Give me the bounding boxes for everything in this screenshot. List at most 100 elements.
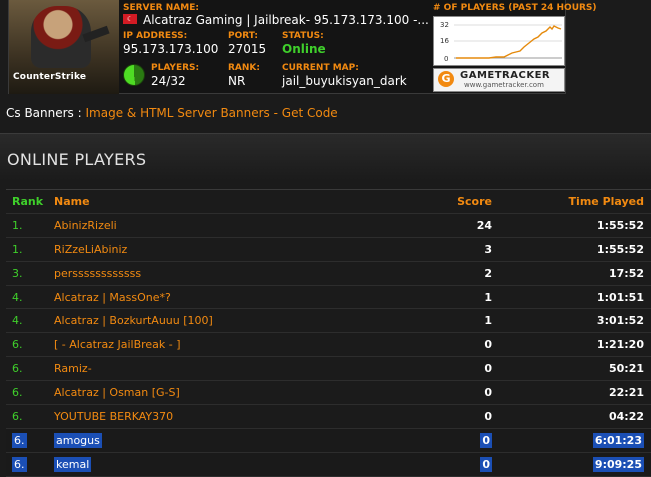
score-column-header[interactable]: Score [372, 190, 504, 214]
player-name-cell[interactable]: YOUTUBE BERKAY370 [54, 404, 372, 429]
score-cell: 3 [372, 237, 504, 262]
graph-tick-32: 32 [440, 21, 449, 29]
rank-cell-text: 6. [12, 409, 23, 423]
gametracker-url: www.gametracker.com [464, 81, 544, 89]
rank-cell: 6. [6, 452, 54, 477]
time-played-cell: 17:52 [504, 261, 651, 286]
player-name-cell-text: RiZzeLiAbiniz [54, 242, 128, 256]
rank-cell: 6. [6, 428, 54, 453]
server-name-label: SERVER NAME: [123, 3, 199, 13]
table-row[interactable]: 3. perssssssssssss 2 17:52 [6, 261, 651, 286]
player-name-cell-text: AbinizRizeli [54, 218, 117, 232]
table-row[interactable]: 6. YOUTUBE BERKAY370 0 04:22 [6, 404, 651, 429]
time-played-cell-text: 1:21:20 [596, 338, 644, 352]
table-header-row: Rank Name Score Time Played [6, 190, 651, 214]
rank-column-header[interactable]: Rank [6, 190, 54, 214]
player-name-cell-text: amogus [54, 432, 102, 448]
time-played-cell: 50:21 [504, 356, 651, 382]
player-name-cell[interactable]: kemal [54, 452, 372, 477]
table-row[interactable]: 4. Alcatraz | MassOne*? 1 1:01:51 [6, 285, 651, 310]
player-name-cell[interactable]: amogus [54, 428, 372, 453]
name-column-header[interactable]: Name [54, 190, 372, 214]
score-cell: 0 [372, 404, 504, 429]
score-cell: 1 [372, 285, 504, 310]
rank-cell: 4. [6, 285, 54, 310]
server-banner[interactable]: CounterStrike SERVER NAME: ☾ Alcatraz Ga… [8, 0, 597, 94]
rank-cell-text: 6. [12, 456, 27, 472]
ip-value: 95.173.173.100 [123, 42, 219, 56]
logo-text: CounterStrike [13, 72, 87, 82]
time-played-cell-text: 6:01:23 [592, 432, 644, 448]
gametracker-logo[interactable]: G GAMETRACKER www.gametracker.com [433, 68, 565, 92]
table-row[interactable]: 6. Alcatraz | Osman [G-S] 0 22:21 [6, 380, 651, 406]
time-played-cell: 9:09:25 [504, 452, 651, 477]
players-value: 24/32 [151, 74, 186, 88]
score-cell: 0 [372, 452, 504, 477]
rank-cell-text: 6. [12, 386, 23, 400]
player-name-cell-text: perssssssssssss [54, 266, 142, 280]
port-value: 27015 [228, 42, 267, 56]
rank-cell: 6. [6, 380, 54, 406]
player-name-cell-text: Alcatraz | MassOne*? [54, 290, 171, 304]
table-row[interactable]: 4. Alcatraz | BozkurtAuuu [100] 1 3:01:52 [6, 308, 651, 334]
score-cell-text: 0 [484, 362, 492, 376]
time-column-header[interactable]: Time Played [504, 190, 651, 214]
player-name-cell[interactable]: Alcatraz | MassOne*? [54, 285, 372, 310]
score-cell-text: 0 [484, 409, 492, 423]
graph-tick-16: 16 [440, 37, 449, 45]
player-name-cell[interactable]: perssssssssssss [54, 261, 372, 286]
players-table-wrap: Rank Name Score Time Played 1. AbinizRize… [6, 189, 651, 477]
server-name: Alcatraz Gaming | Jailbreak- 95.173.173.… [143, 13, 429, 27]
players-history-line [456, 25, 562, 59]
ip-label: IP ADDRESS: [123, 31, 188, 41]
score-cell-text: 1 [484, 290, 492, 304]
player-name-cell-text: Alcatraz | Osman [G-S] [54, 386, 180, 400]
rank-cell-text: 1. [12, 242, 23, 256]
cs-banners-label: Cs Banners : [6, 106, 82, 120]
score-cell-text: 0 [484, 338, 492, 352]
rank-cell: 1. [6, 213, 54, 238]
time-played-cell: 1:21:20 [504, 332, 651, 358]
table-row[interactable]: 6. Ramiz- 0 50:21 [6, 356, 651, 382]
table-row[interactable]: 6. [ - Alcatraz JailBreak - ] 0 1:21:20 [6, 332, 651, 358]
graph-title: # OF PLAYERS (past 24 hours) [433, 3, 597, 13]
players-history-graph: 32 16 0 [433, 16, 565, 66]
time-played-cell: 22:21 [504, 380, 651, 406]
rank-value: NR [228, 74, 246, 88]
player-name-cell[interactable]: Alcatraz | BozkurtAuuu [100] [54, 308, 372, 334]
score-cell: 0 [372, 380, 504, 406]
table-row[interactable]: 6. amogus 0 6:01:23 [6, 428, 651, 453]
time-played-cell: 1:55:52 [504, 213, 651, 238]
time-played-cell-text: 3:01:52 [596, 314, 644, 328]
player-name-cell[interactable]: RiZzeLiAbiniz [54, 237, 372, 262]
score-cell-text: 3 [484, 242, 492, 256]
time-played-cell-text: 17:52 [608, 266, 644, 280]
player-name-cell-text: Alcatraz | BozkurtAuuu [100] [54, 314, 213, 328]
table-row[interactable]: 6. kemal 0 9:09:25 [6, 452, 651, 477]
player-name-cell-text: kemal [54, 456, 92, 472]
get-code-link[interactable]: Image & HTML Server Banners - Get Code [86, 106, 338, 120]
score-cell: 0 [372, 428, 504, 453]
rank-cell-text: 4. [12, 314, 23, 328]
table-row[interactable]: 1. RiZzeLiAbiniz 3 1:55:52 [6, 237, 651, 262]
players-table-body: 1. AbinizRizeli 24 1:55:52 1. RiZzeLiAbiniz 3 1… [6, 213, 651, 477]
score-cell: 24 [372, 213, 504, 238]
player-name-cell[interactable]: Alcatraz | Osman [G-S] [54, 380, 372, 406]
online-players-title: ONLINE PLAYERS [7, 150, 147, 169]
rank-cell: 1. [6, 237, 54, 262]
soldier-image [31, 6, 91, 68]
player-name-cell[interactable]: AbinizRizeli [54, 213, 372, 238]
rank-cell: 6. [6, 332, 54, 358]
score-cell-text: 0 [480, 456, 492, 472]
turkey-flag-icon: ☾ [123, 14, 137, 24]
players-label: PLAYERS: [151, 63, 200, 73]
table-row[interactable]: 1. AbinizRizeli 24 1:55:52 [6, 213, 651, 238]
score-cell-text: 1 [484, 314, 492, 328]
time-played-cell: 04:22 [504, 404, 651, 429]
score-cell: 2 [372, 261, 504, 286]
rank-cell-text: 6. [12, 338, 23, 352]
map-label: CURRENT MAP: [282, 63, 359, 73]
player-name-cell[interactable]: Ramiz- [54, 356, 372, 382]
player-name-cell[interactable]: [ - Alcatraz JailBreak - ] [54, 332, 372, 358]
gametracker-name: GAMETRACKER [460, 70, 551, 81]
